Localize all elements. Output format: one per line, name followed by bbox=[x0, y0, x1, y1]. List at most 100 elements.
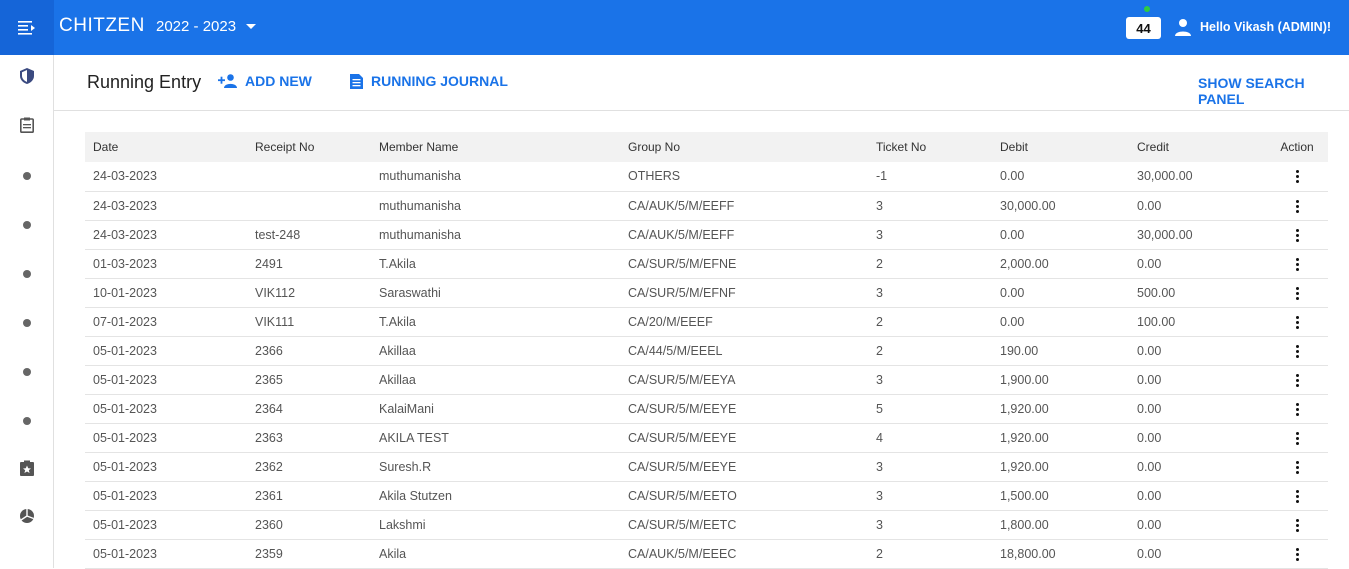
dot-icon bbox=[23, 319, 31, 327]
table-cell: CA/AUK/5/M/EEFF bbox=[620, 191, 868, 221]
table-cell: 0.00 bbox=[992, 307, 1129, 337]
table-cell: 05-01-2023 bbox=[85, 336, 247, 366]
sidebar-item-dot-3[interactable] bbox=[0, 259, 54, 289]
user-greeting: Hello Vikash (ADMIN)! bbox=[1200, 20, 1332, 34]
table-cell: 3 bbox=[868, 220, 992, 250]
table-row[interactable]: 24-03-2023 muthumanisha CA/AUK/5/M/EEFF 3 30… bbox=[85, 191, 1328, 221]
table-cell: 05-01-2023 bbox=[85, 539, 247, 569]
table-cell: 2362 bbox=[247, 452, 371, 482]
row-action-cell bbox=[1266, 220, 1328, 250]
table-row[interactable]: 05-01-2023 2361 Akila Stutzen CA/SUR/5/M/EE… bbox=[85, 481, 1328, 511]
table-cell: OTHERS bbox=[620, 162, 868, 192]
row-action-cell bbox=[1266, 539, 1328, 569]
table-cell: Saraswathi bbox=[371, 278, 620, 308]
table-cell: 05-01-2023 bbox=[85, 365, 247, 395]
table-cell: 30,000.00 bbox=[1129, 220, 1266, 250]
sidebar-item-dot-6[interactable] bbox=[0, 406, 54, 436]
more-vert-icon[interactable] bbox=[1295, 286, 1299, 300]
more-vert-icon[interactable] bbox=[1295, 315, 1299, 329]
table-row[interactable]: 24-03-2023 test-248 muthumanisha CA/AUK/5/M… bbox=[85, 220, 1328, 250]
more-vert-icon[interactable] bbox=[1295, 460, 1299, 474]
table-cell: 30,000.00 bbox=[992, 191, 1129, 221]
table-cell: 0.00 bbox=[1129, 510, 1266, 540]
table-row[interactable]: 05-01-2023 2366 Akillaa CA/44/5/M/EEEL 2 190.… bbox=[85, 336, 1328, 366]
more-vert-icon[interactable] bbox=[1295, 344, 1299, 358]
table-cell: 3 bbox=[868, 278, 992, 308]
table-cell: 2366 bbox=[247, 336, 371, 366]
menu-toggle-button[interactable] bbox=[0, 0, 54, 55]
table-cell: 05-01-2023 bbox=[85, 394, 247, 424]
table-row[interactable]: 05-01-2023 2362 Suresh.R CA/SUR/5/M/EEYE 3 1,… bbox=[85, 452, 1328, 482]
more-vert-icon[interactable] bbox=[1295, 489, 1299, 503]
table-cell: 10-01-2023 bbox=[85, 278, 247, 308]
table-cell: 05-01-2023 bbox=[85, 452, 247, 482]
column-header[interactable]: Group No bbox=[620, 132, 868, 162]
table-cell: 5 bbox=[868, 394, 992, 424]
sidebar-item-dot-5[interactable] bbox=[0, 357, 54, 387]
more-vert-icon[interactable] bbox=[1295, 402, 1299, 416]
table-cell: 2 bbox=[868, 336, 992, 366]
more-vert-icon[interactable] bbox=[1295, 431, 1299, 445]
table-cell: 0.00 bbox=[1129, 249, 1266, 279]
table-row[interactable]: 05-01-2023 2365 Akillaa CA/SUR/5/M/EEYA 3 1,9… bbox=[85, 365, 1328, 395]
table-cell: CA/SUR/5/M/EFNE bbox=[620, 249, 868, 279]
notification-badge[interactable]: 44 bbox=[1126, 17, 1161, 39]
table-row[interactable]: 24-03-2023 muthumanisha OTHERS -1 0.00 30,000… bbox=[85, 162, 1328, 192]
brand-logo[interactable]: CHITZEN bbox=[59, 15, 145, 37]
more-vert-icon[interactable] bbox=[1295, 199, 1299, 213]
sidebar-item-dot-4[interactable] bbox=[0, 308, 54, 338]
sidebar-item-dot-1[interactable] bbox=[0, 161, 54, 191]
column-header[interactable]: Debit bbox=[992, 132, 1129, 162]
year-selector[interactable]: 2022 - 2023 bbox=[156, 18, 257, 35]
row-action-cell bbox=[1266, 249, 1328, 279]
user-menu[interactable]: Hello Vikash (ADMIN)! bbox=[1174, 18, 1331, 36]
table-cell: 1,920.00 bbox=[992, 423, 1129, 453]
table-cell: 0.00 bbox=[1129, 394, 1266, 424]
add-new-button[interactable]: ADD NEW bbox=[218, 73, 312, 89]
table-cell: 3 bbox=[868, 191, 992, 221]
more-vert-icon[interactable] bbox=[1295, 170, 1299, 184]
table-cell: 2,000.00 bbox=[992, 249, 1129, 279]
more-vert-icon[interactable] bbox=[1295, 228, 1299, 242]
column-header[interactable]: Ticket No bbox=[868, 132, 992, 162]
running-journal-button[interactable]: RUNNING JOURNAL bbox=[350, 73, 508, 89]
table-row[interactable]: 07-01-2023 VIK111 T.Akila CA/20/M/EEEF 2 0.00… bbox=[85, 307, 1328, 337]
table-row[interactable]: 10-01-2023 VIK112 Saraswathi CA/SUR/5/M/EFN… bbox=[85, 278, 1328, 308]
sidebar-item-clipboard[interactable] bbox=[0, 110, 54, 140]
more-vert-icon[interactable] bbox=[1295, 547, 1299, 561]
table-cell: 1,920.00 bbox=[992, 394, 1129, 424]
column-header[interactable]: Credit bbox=[1129, 132, 1266, 162]
table-cell: CA/44/5/M/EEEL bbox=[620, 336, 868, 366]
table-cell: 05-01-2023 bbox=[85, 481, 247, 511]
sidebar-item-reports[interactable] bbox=[0, 453, 54, 483]
column-header[interactable]: Date bbox=[85, 132, 247, 162]
table-cell: CA/20/M/EEEF bbox=[620, 307, 868, 337]
row-action-cell bbox=[1266, 278, 1328, 308]
column-header[interactable]: Action bbox=[1266, 132, 1328, 162]
add-user-icon bbox=[218, 74, 237, 88]
table-row[interactable]: 05-01-2023 2360 Lakshmi CA/SUR/5/M/EETC 3 1,8… bbox=[85, 510, 1328, 540]
table-cell: CA/SUR/5/M/EEYE bbox=[620, 394, 868, 424]
table-cell: 1,920.00 bbox=[992, 452, 1129, 482]
show-search-panel-button[interactable]: SHOW SEARCH PANEL bbox=[1198, 75, 1349, 107]
sidebar-item-charts[interactable] bbox=[0, 501, 54, 531]
table-row[interactable]: 05-01-2023 2364 KalaiMani CA/SUR/5/M/EEYE 5 1… bbox=[85, 394, 1328, 424]
table-row[interactable]: 05-01-2023 2359 Akila CA/AUK/5/M/EEEC 2 18,80… bbox=[85, 539, 1328, 569]
table-row[interactable]: 01-03-2023 2491 T.Akila CA/SUR/5/M/EFNE 2 2,0… bbox=[85, 249, 1328, 279]
sidebar-item-shield[interactable] bbox=[0, 61, 54, 91]
table-cell: 0.00 bbox=[1129, 481, 1266, 511]
more-vert-icon[interactable] bbox=[1295, 257, 1299, 271]
table-cell: 1,500.00 bbox=[992, 481, 1129, 511]
table-cell: 0.00 bbox=[1129, 336, 1266, 366]
table-row[interactable]: 05-01-2023 2363 AKILA TEST CA/SUR/5/M/EEYE 4… bbox=[85, 423, 1328, 453]
column-header[interactable]: Receipt No bbox=[247, 132, 371, 162]
column-header[interactable]: Member Name bbox=[371, 132, 620, 162]
table-cell: 2 bbox=[868, 249, 992, 279]
row-action-cell bbox=[1266, 307, 1328, 337]
more-vert-icon[interactable] bbox=[1295, 518, 1299, 532]
clipboard-icon bbox=[20, 117, 34, 133]
dot-icon bbox=[23, 270, 31, 278]
more-vert-icon[interactable] bbox=[1295, 373, 1299, 387]
sidebar-item-dot-2[interactable] bbox=[0, 210, 54, 240]
table-cell: -1 bbox=[868, 162, 992, 192]
